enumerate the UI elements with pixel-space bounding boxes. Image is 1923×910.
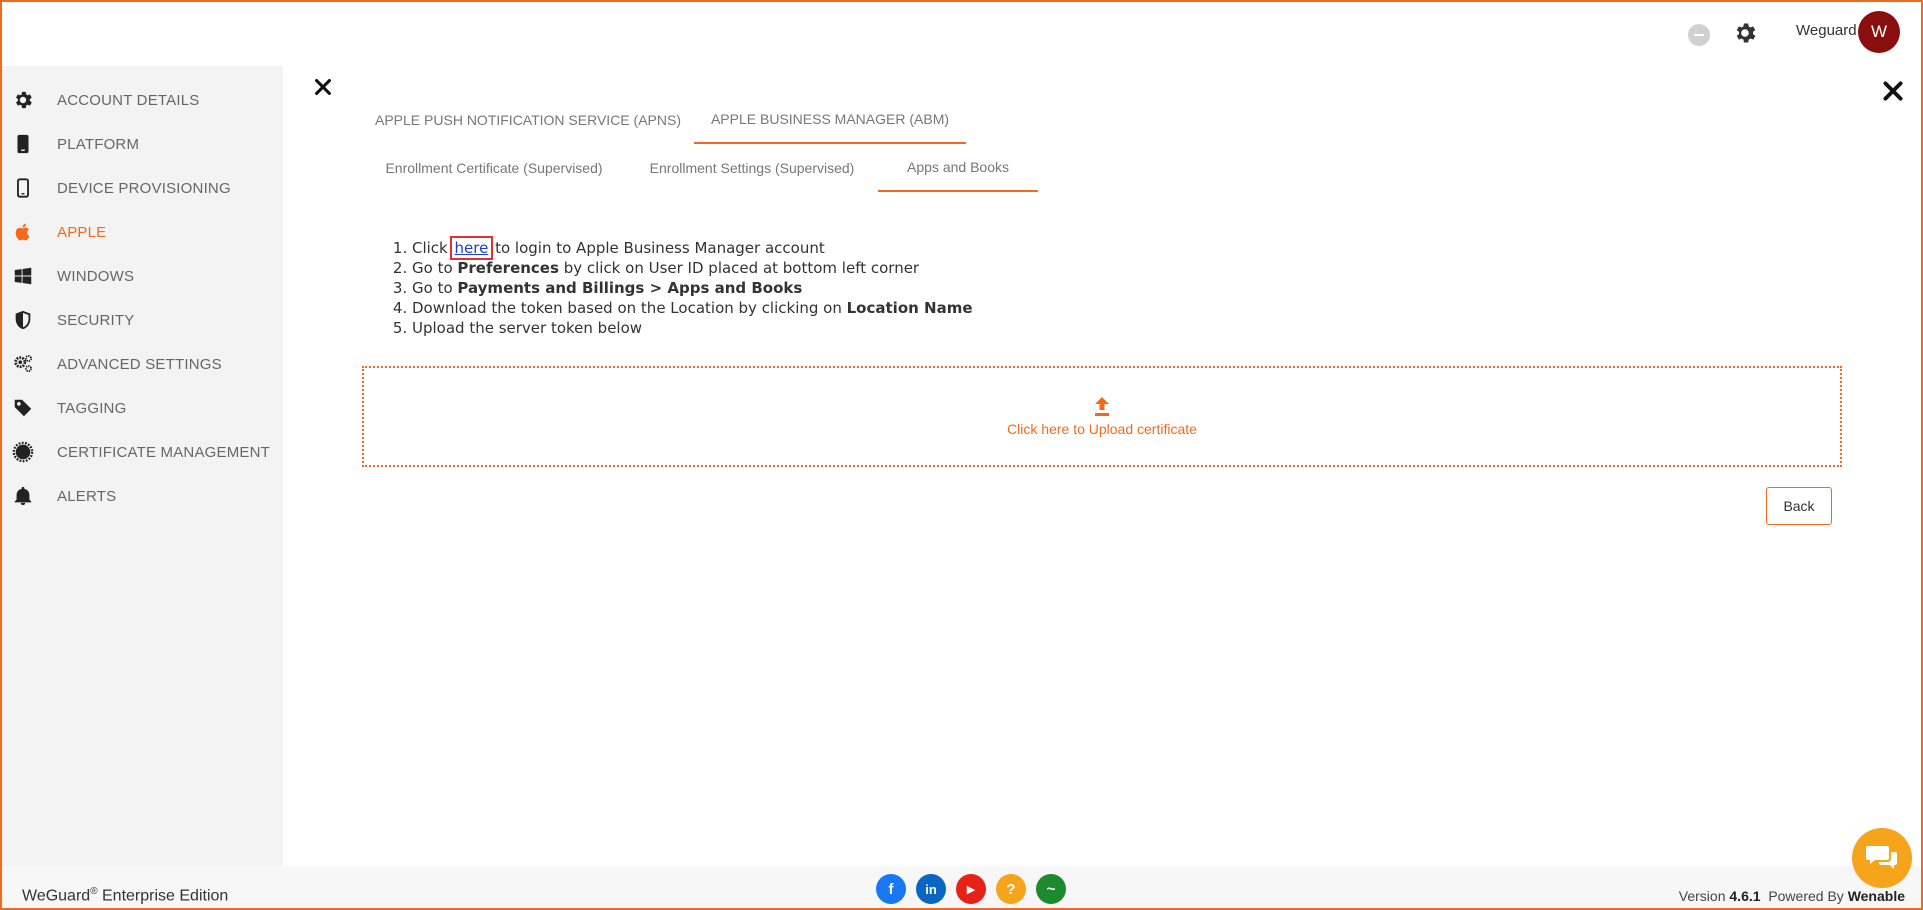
gears-icon bbox=[14, 355, 32, 373]
linkedin-glyph: in bbox=[925, 881, 937, 897]
youtube-icon[interactable]: ▶ bbox=[956, 874, 986, 904]
sidebar-item-label: ADVANCED SETTINGS bbox=[57, 355, 222, 373]
user-name[interactable]: Weguard bbox=[1796, 22, 1857, 39]
brand-registered-mark: ® bbox=[90, 886, 98, 897]
footer: WeGuard® Enterprise Edition f in ▶ ? ~ V… bbox=[0, 866, 1923, 910]
gear-icon bbox=[16, 91, 32, 109]
settings-gear-icon[interactable] bbox=[1732, 20, 1758, 46]
chat-widget-button[interactable] bbox=[1852, 828, 1912, 888]
upload-certificate-dropzone[interactable]: Click here to Upload certificate bbox=[362, 366, 1842, 467]
step-bold-text: Location Name bbox=[846, 299, 973, 317]
avatar[interactable]: W bbox=[1858, 11, 1900, 53]
sidebar-item-certificate-management[interactable]: CERTIFICATE MANAGEMENT bbox=[2, 432, 283, 472]
step-text: Download the token based on the Location… bbox=[412, 299, 847, 317]
step-text: Go to bbox=[412, 259, 458, 277]
activity-icon[interactable]: ~ bbox=[1036, 874, 1066, 904]
mobile-outline-icon bbox=[17, 178, 29, 198]
sidebar-item-windows[interactable]: WINDOWS bbox=[2, 256, 283, 296]
brand-edition: Enterprise Edition bbox=[97, 887, 229, 905]
back-button[interactable]: Back bbox=[1766, 487, 1832, 525]
step-bold-text: Payments and Billings > Apps and Books bbox=[457, 279, 803, 297]
sidebar-item-label: SECURITY bbox=[57, 311, 135, 329]
sidebar-item-label: WINDOWS bbox=[57, 267, 135, 285]
version-prefix: Version bbox=[1678, 888, 1730, 904]
tab-label: Enrollment Certificate (Supervised) bbox=[385, 160, 603, 176]
instruction-step-3: Go to Payments and Billings > Apps and B… bbox=[412, 278, 973, 298]
brand-name: WeGuard bbox=[22, 887, 91, 905]
apple-icon bbox=[15, 223, 30, 241]
instruction-step-5: Upload the server token below bbox=[412, 318, 973, 338]
help-glyph: ? bbox=[1006, 880, 1016, 898]
facebook-glyph: f bbox=[888, 880, 894, 898]
sidebar-item-platform[interactable]: PLATFORM bbox=[2, 124, 283, 164]
bell-icon bbox=[14, 486, 32, 506]
youtube-glyph: ▶ bbox=[966, 883, 976, 896]
tab-label: APPLE BUSINESS MANAGER (ABM) bbox=[710, 111, 950, 127]
sidebar-item-label: DEVICE PROVISIONING bbox=[57, 179, 231, 197]
sidebar-item-advanced-settings[interactable]: ADVANCED SETTINGS bbox=[2, 344, 283, 384]
sidebar-item-label: ALERTS bbox=[57, 487, 117, 505]
sidebar-item-label: APPLE bbox=[57, 223, 107, 241]
tab-label: APPLE PUSH NOTIFICATION SERVICE (APNS) bbox=[375, 112, 681, 128]
linkedin-icon[interactable]: in bbox=[916, 874, 946, 904]
step-bold-text: Preferences bbox=[457, 259, 559, 277]
close-icon[interactable] bbox=[312, 76, 334, 98]
windows-icon bbox=[14, 267, 32, 285]
instruction-step-2: Go to Preferences by click on User ID pl… bbox=[412, 258, 973, 278]
tab-abm[interactable]: APPLE BUSINESS MANAGER (ABM) bbox=[694, 96, 966, 144]
step-text: Click bbox=[412, 239, 453, 257]
close-panel-icon[interactable] bbox=[1880, 78, 1906, 104]
version-info: Version 4.6.1 Powered By Wenable bbox=[1679, 888, 1905, 904]
minus-circle-icon[interactable] bbox=[1688, 24, 1710, 46]
sidebar-item-label: PLATFORM bbox=[57, 135, 140, 153]
sidebar-item-label: ACCOUNT DETAILS bbox=[57, 91, 200, 109]
tab-label: Enrollment Settings (Supervised) bbox=[649, 160, 855, 176]
sidebar-item-alerts[interactable]: ALERTS bbox=[2, 476, 283, 516]
powered-by-name[interactable]: Wenable bbox=[1848, 888, 1905, 904]
sidebar-item-label: CERTIFICATE MANAGEMENT bbox=[57, 443, 271, 461]
abm-login-link[interactable]: here bbox=[449, 236, 494, 260]
upload-label: Click here to Upload certificate bbox=[1007, 420, 1197, 437]
version-number: 4.6.1 bbox=[1729, 888, 1761, 904]
tag-icon bbox=[14, 399, 32, 417]
step-text: Go to bbox=[412, 279, 458, 297]
sidebar-item-apple[interactable]: APPLE bbox=[2, 212, 283, 252]
sidebar-item-tagging[interactable]: TAGGING bbox=[2, 388, 283, 428]
instruction-step-1: Click here to login to Apple Business Ma… bbox=[412, 236, 973, 260]
step-text: Upload the server token below bbox=[412, 319, 643, 337]
sidebar-item-account-details[interactable]: ACCOUNT DETAILS bbox=[2, 80, 283, 120]
tab-enrollment-certificate[interactable]: Enrollment Certificate (Supervised) bbox=[372, 144, 616, 192]
instructions-list: Click here to login to Apple Business Ma… bbox=[394, 236, 973, 338]
sidebar: ACCOUNT DETAILS PLATFORM DEVICE PROVISIO… bbox=[2, 66, 283, 866]
upload-icon bbox=[1095, 396, 1109, 416]
tab-apps-and-books[interactable]: Apps and Books bbox=[878, 144, 1038, 192]
help-icon[interactable]: ? bbox=[996, 874, 1026, 904]
sidebar-item-device-provisioning[interactable]: DEVICE PROVISIONING bbox=[2, 168, 283, 208]
sidebar-item-label: TAGGING bbox=[57, 399, 127, 417]
instruction-step-4: Download the token based on the Location… bbox=[412, 298, 973, 318]
tab-label: Apps and Books bbox=[907, 159, 1009, 175]
powered-prefix: Powered By bbox=[1768, 888, 1848, 904]
tab-enrollment-settings[interactable]: Enrollment Settings (Supervised) bbox=[638, 144, 866, 192]
top-header: Weguard W bbox=[0, 0, 1923, 66]
tab-apns[interactable]: APPLE PUSH NOTIFICATION SERVICE (APNS) bbox=[372, 96, 684, 144]
step-text: to login to Apple Business Manager accou… bbox=[490, 239, 825, 257]
brand-text: WeGuard® Enterprise Edition bbox=[22, 886, 228, 905]
facebook-icon[interactable]: f bbox=[876, 874, 906, 904]
chat-icon bbox=[1866, 846, 1897, 869]
phone-icon bbox=[17, 134, 29, 154]
activity-glyph: ~ bbox=[1046, 880, 1056, 898]
step-text: by click on User ID placed at bottom lef… bbox=[558, 259, 920, 277]
sidebar-item-security[interactable]: SECURITY bbox=[2, 300, 283, 340]
shield-icon bbox=[15, 310, 31, 330]
certificate-icon bbox=[12, 441, 34, 463]
